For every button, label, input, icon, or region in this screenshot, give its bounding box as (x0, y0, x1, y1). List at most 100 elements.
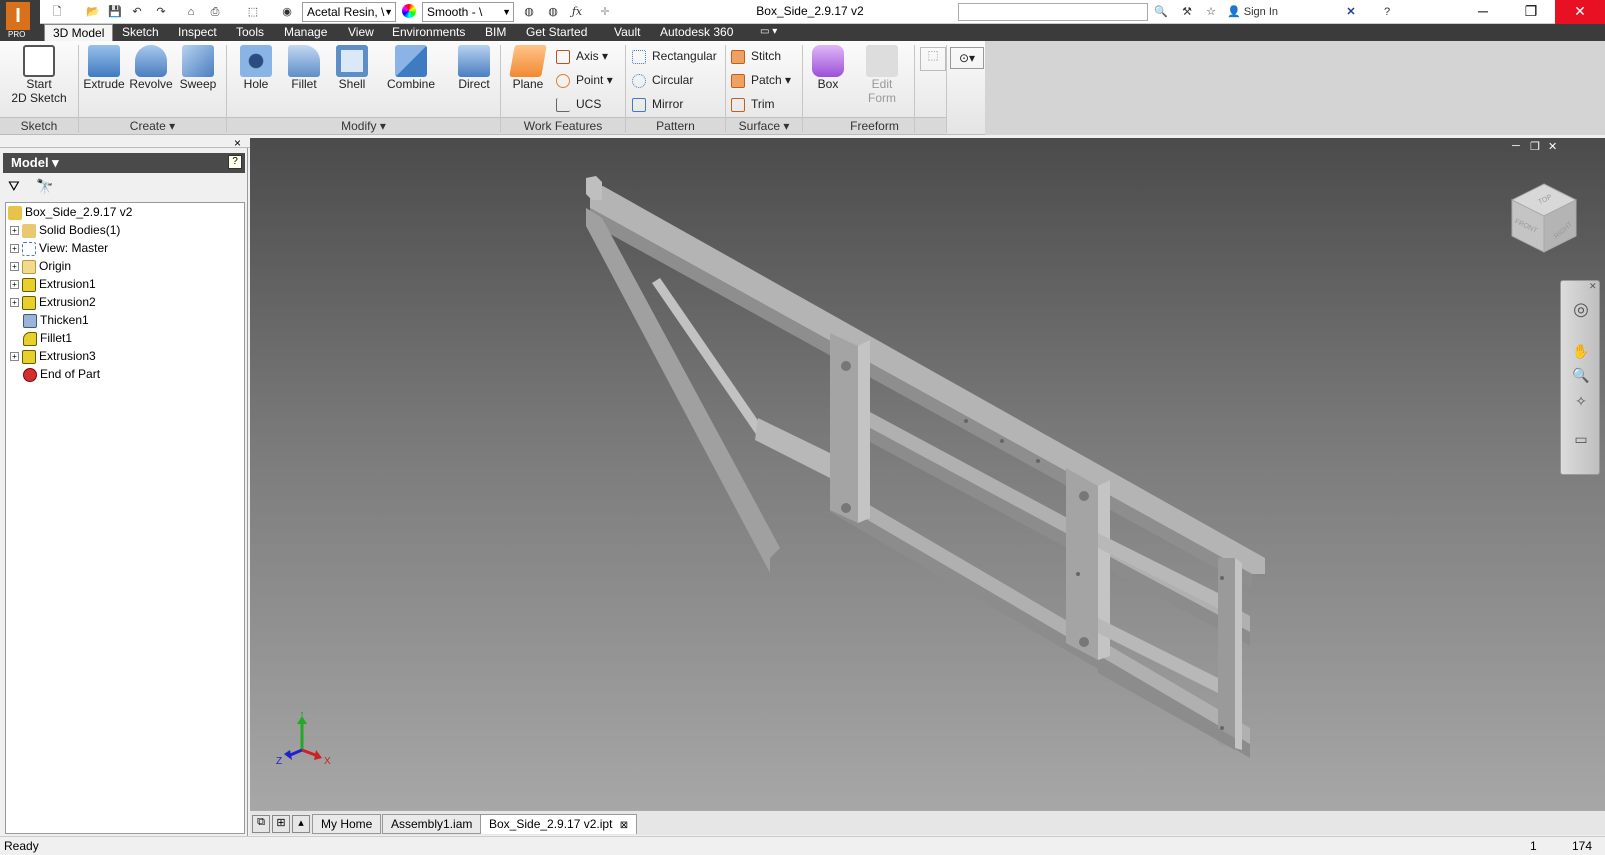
mirror-button[interactable]: Mirror (632, 95, 683, 115)
tree-node-extrusion1[interactable]: + Extrusion1 (10, 275, 96, 293)
doc-tab-my-home[interactable]: My Home (312, 814, 382, 834)
new-icon[interactable]: 🗋 (48, 3, 66, 21)
patch-button[interactable]: Patch ▾ (731, 71, 791, 91)
navbar-close-icon[interactable]: ✕ (1589, 281, 1597, 292)
convert-icon[interactable]: ⬚ (920, 47, 946, 71)
orbit-icon[interactable]: ✧ (1569, 393, 1593, 413)
steering-wheel-icon[interactable]: ◎ (1569, 299, 1593, 319)
tile-icon[interactable]: ⧉ (252, 815, 270, 833)
doc-tab-box-side[interactable]: Box_Side_2.9.17 v2.ipt ⊠ (480, 814, 638, 834)
select-icon[interactable]: ⬚ (244, 3, 262, 21)
close-button[interactable]: ✕ (1555, 0, 1605, 24)
panel-label-create[interactable]: Create ▾ (79, 117, 226, 134)
close-tab-icon[interactable]: ⊠ (620, 820, 628, 831)
help-icon[interactable]: ? (1378, 3, 1396, 21)
viewcube[interactable]: TOP FRONT RIGHT (1504, 180, 1584, 260)
undo-icon[interactable]: ↶ (128, 3, 146, 21)
extrusion-icon (22, 295, 36, 310)
circular-pattern-button[interactable]: Circular (632, 71, 693, 91)
tree-node-fillet1[interactable]: Fillet1 (23, 329, 72, 347)
application-menu-button[interactable]: I PRO (0, 0, 40, 41)
tab-3d-model[interactable]: 3D Model (44, 24, 114, 41)
tree-node-extrusion2[interactable]: + Extrusion2 (10, 293, 96, 311)
tab-sketch[interactable]: Sketch (114, 24, 167, 41)
filter-icon[interactable]: ⛛ (8, 178, 20, 195)
graphics-viewport[interactable]: ─ ❐ ✕ TOP FRONT RIGHT Y X Z (250, 138, 1605, 810)
tab-tools[interactable]: Tools (228, 24, 272, 41)
extrude-button[interactable]: Extrude (82, 45, 126, 115)
part-icon (8, 205, 22, 220)
update-icon[interactable]: ⎙ (206, 3, 224, 21)
tree-node-origin[interactable]: + Origin (10, 257, 71, 275)
viewport-minimize-icon[interactable]: ─ (1512, 140, 1520, 152)
pan-icon[interactable]: ✋ (1569, 343, 1593, 363)
part-model[interactable] (250, 138, 1605, 810)
find-icon[interactable]: 🔭 (36, 178, 53, 195)
viewport-close-icon[interactable]: ✕ (1548, 140, 1557, 153)
tree-node-solid-bodies[interactable]: + Solid Bodies(1) (10, 221, 120, 239)
fx-parameters-icon[interactable]: ƒx (568, 3, 586, 21)
tree-node-extrusion3[interactable]: + Extrusion3 (10, 347, 96, 365)
redo-icon[interactable]: ↷ (152, 3, 170, 21)
tools-icon[interactable]: ⚒ (1178, 3, 1196, 21)
fillet-button[interactable]: Fillet (282, 45, 326, 115)
sweep-button[interactable]: Sweep (176, 45, 220, 115)
stitch-button[interactable]: Stitch (731, 47, 781, 67)
tab-vault[interactable]: Vault (606, 24, 648, 41)
open-icon[interactable]: 📂 (84, 3, 102, 21)
tree-node-view[interactable]: + View: Master (10, 239, 108, 257)
direct-button[interactable]: Direct (452, 45, 496, 115)
hole-button[interactable]: Hole (234, 45, 278, 115)
tab-manage[interactable]: Manage (276, 24, 335, 41)
plane-button[interactable]: Plane (506, 45, 550, 115)
zoom-icon[interactable]: 🔍 (1569, 367, 1593, 387)
save-icon[interactable]: 💾 (106, 3, 124, 21)
search-icon[interactable]: 🔍 (1152, 3, 1170, 21)
browser-title: Model (11, 155, 49, 170)
help-search-input[interactable] (958, 3, 1148, 21)
sign-in-button[interactable]: 👤 Sign In (1226, 3, 1336, 21)
tab-get-started[interactable]: Get Started (518, 24, 595, 41)
tab-inspect[interactable]: Inspect (170, 24, 225, 41)
tree-node-end-of-part[interactable]: End of Part (23, 365, 100, 383)
grid-icon[interactable]: ⊞ (272, 815, 290, 833)
panel-label-surface[interactable]: Surface ▾ (726, 117, 802, 134)
appearance-dropdown[interactable]: Smooth - \ ▼ (422, 2, 514, 22)
axis-button[interactable]: Axis ▾ (556, 47, 608, 67)
trim-button[interactable]: Trim (731, 95, 775, 115)
tree-node-thicken1[interactable]: Thicken1 (23, 311, 89, 329)
modify-label: Modify (341, 119, 377, 133)
ucs-button[interactable]: UCS (556, 95, 601, 115)
doc-tab-assembly1[interactable]: Assembly1.iam (382, 814, 482, 834)
start-2d-sketch-button[interactable]: Start 2D Sketch (6, 45, 72, 115)
freeform-box-button[interactable]: Box (806, 45, 850, 115)
tab-list-icon[interactable]: ▴ (292, 815, 310, 833)
shell-button[interactable]: Shell (330, 45, 374, 115)
point-button[interactable]: Point ▾ (556, 71, 613, 91)
rectangular-pattern-button[interactable]: Rectangular (632, 47, 717, 67)
minimize-ribbon-icon[interactable]: ▭ ▾ (752, 24, 785, 41)
tab-environments[interactable]: Environments (384, 24, 473, 41)
combine-button[interactable]: Combine (380, 45, 442, 115)
tab-view[interactable]: View (340, 24, 382, 41)
tab-bim[interactable]: BIM (477, 24, 514, 41)
minimize-button[interactable]: ─ (1460, 0, 1506, 24)
star-icon[interactable]: ☆ (1202, 3, 1220, 21)
adjust-appearance-icon[interactable]: ◍ (520, 3, 538, 21)
clear-appearance-icon[interactable]: ◍ (544, 3, 562, 21)
restore-button[interactable]: ❐ (1508, 0, 1554, 24)
look-at-icon[interactable]: ▭ (1569, 431, 1593, 451)
home-icon[interactable]: ⌂ (182, 3, 200, 21)
material-dropdown[interactable]: Acetal Resin, \ ▼ (302, 2, 396, 22)
ribbon-options-icon[interactable]: ⊙▾ (950, 47, 984, 69)
help-icon[interactable]: ? (228, 155, 242, 169)
panel-label-modify[interactable]: Modify ▾ (227, 117, 500, 134)
edit-form-button[interactable]: Edit Form (860, 45, 904, 115)
tab-autodesk-360[interactable]: Autodesk 360 (652, 24, 741, 41)
viewport-restore-icon[interactable]: ❐ (1530, 140, 1540, 153)
move-icon[interactable]: ✛ (596, 3, 614, 21)
exchange-icon[interactable]: ✕ (1342, 3, 1360, 21)
revolve-button[interactable]: Revolve (126, 45, 176, 115)
browser-title-dropdown[interactable]: Model ▾ (3, 153, 245, 173)
tree-node-part[interactable]: Box_Side_2.9.17 v2 (8, 203, 132, 221)
